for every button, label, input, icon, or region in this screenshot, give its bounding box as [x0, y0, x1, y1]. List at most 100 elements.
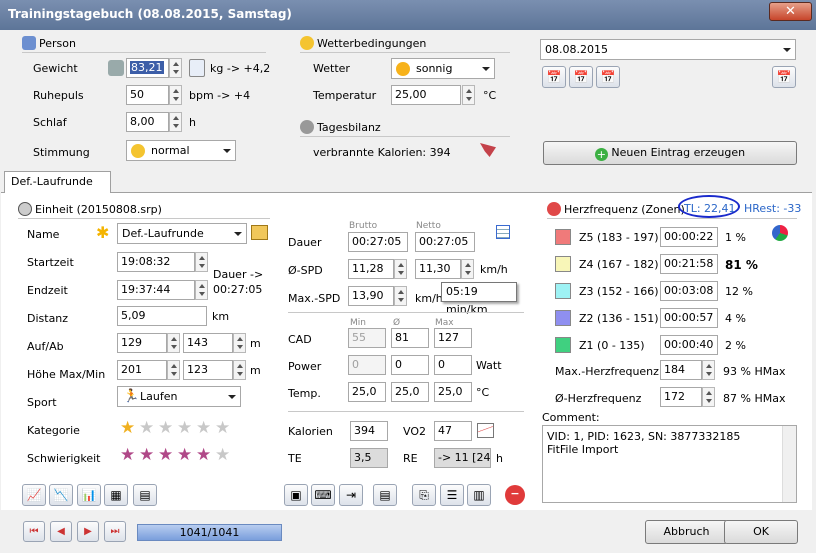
vo2-chart-icon[interactable] — [477, 423, 494, 438]
temp-max[interactable]: 25,0 — [434, 382, 472, 402]
rating-star[interactable]: ★ — [215, 420, 230, 437]
name-combo[interactable]: Def.-Laufrunde — [117, 223, 247, 244]
prev-record-button[interactable]: ◀ — [50, 521, 72, 542]
cad-avg[interactable]: 81 — [391, 328, 429, 348]
rating-star[interactable]: ★ — [196, 420, 211, 437]
rating-star[interactable]: ★ — [158, 420, 173, 437]
distanz-input[interactable]: 5,09 — [117, 306, 207, 326]
dauer-brutto[interactable]: 00:27:05 — [348, 232, 408, 252]
rating-star[interactable]: ★ — [158, 447, 173, 464]
hoehe-min-spinner[interactable] — [233, 360, 246, 380]
temp-min[interactable]: 25,0 — [348, 382, 386, 402]
rating-star[interactable]: ★ — [215, 447, 230, 464]
calc-icon[interactable]: ▤ — [373, 484, 397, 506]
temp-avg[interactable]: 25,0 — [391, 382, 429, 402]
ruhepuls-input[interactable]: 50 — [126, 85, 169, 105]
spd-brutto[interactable]: 11,28 — [348, 259, 394, 279]
rating-star[interactable]: ★ — [139, 447, 154, 464]
max-hf-spinner[interactable] — [702, 360, 715, 380]
ab-input[interactable]: 143 — [183, 333, 233, 353]
maxspd-spinner[interactable] — [394, 286, 407, 306]
calendar-next-icon[interactable]: 📅 — [596, 66, 620, 88]
wetter-combo[interactable]: sonnig — [391, 58, 495, 79]
thumb-down-icon[interactable] — [480, 143, 496, 157]
chart-add-icon[interactable]: ▥ — [467, 484, 491, 506]
ruhepuls-spinner[interactable] — [169, 85, 182, 105]
delete-icon[interactable]: − — [505, 485, 525, 505]
rating-star[interactable]: ★ — [196, 447, 211, 464]
scale-icon[interactable] — [108, 60, 124, 76]
temperatur-input[interactable]: 25,00 — [391, 85, 461, 105]
zone-time[interactable]: 00:03:08 — [660, 281, 718, 301]
chart-area-icon[interactable]: 📉 — [49, 484, 73, 506]
date-combo[interactable]: 08.08.2015 — [540, 39, 796, 60]
last-record-button[interactable]: ⏭ — [104, 521, 126, 542]
stimmung-combo[interactable]: normal — [126, 140, 236, 161]
cancel-button[interactable]: Abbruch — [645, 520, 728, 544]
gewicht-spinner[interactable] — [169, 58, 182, 78]
ok-button[interactable]: OK — [724, 520, 798, 544]
power-avg[interactable]: 0 — [391, 355, 429, 375]
image-icon[interactable]: ▣ — [284, 484, 308, 506]
bar-chart-icon[interactable]: 📊 — [77, 484, 101, 506]
endzeit-input[interactable]: 19:37:44 — [117, 280, 195, 300]
hoehe-max-spinner[interactable] — [167, 360, 180, 380]
calendar-prev-icon[interactable]: 📅 — [542, 66, 566, 88]
rating-star[interactable]: ★ — [120, 420, 135, 437]
dauer-netto[interactable]: 00:27:05 — [415, 232, 475, 252]
power-min[interactable]: 0 — [348, 355, 386, 375]
spd-netto-spinner[interactable] — [461, 259, 474, 279]
rating-star[interactable]: ★ — [139, 420, 154, 437]
comment-textarea[interactable]: VID: 1, PID: 1623, SN: 3877332185 FitFil… — [542, 425, 797, 503]
ab-spinner[interactable] — [233, 333, 246, 353]
schlaf-input[interactable]: 8,00 — [126, 112, 169, 132]
calendar-today-icon[interactable]: 📅 — [569, 66, 593, 88]
calculator-small-icon[interactable]: ▤ — [133, 484, 157, 506]
endzeit-spinner[interactable] — [195, 280, 208, 300]
rating-star[interactable]: ★ — [177, 420, 192, 437]
rating-star[interactable]: ★ — [177, 447, 192, 464]
rating-star[interactable]: ★ — [120, 447, 135, 464]
zone-time[interactable]: 00:00:22 — [660, 227, 718, 247]
folder-icon[interactable] — [251, 225, 268, 240]
cad-min[interactable]: 55 — [348, 328, 386, 348]
chart-line-icon[interactable]: 📈 — [22, 484, 46, 506]
close-button[interactable]: ✕ — [769, 2, 812, 21]
avg-hf-input[interactable]: 172 — [660, 387, 702, 407]
kalorien-input[interactable]: 394 — [350, 421, 388, 441]
spd-brutto-spinner[interactable] — [394, 259, 407, 279]
power-max[interactable]: 0 — [434, 355, 472, 375]
first-record-button[interactable]: ⏮ — [23, 521, 45, 542]
startzeit-input[interactable]: 19:08:32 — [117, 252, 195, 272]
schlaf-spinner[interactable] — [169, 112, 182, 132]
auf-input[interactable]: 129 — [117, 333, 167, 353]
max-hf-input[interactable]: 184 — [660, 360, 702, 380]
hoehe-max-input[interactable]: 201 — [117, 360, 167, 380]
new-entry-button[interactable]: + Neuen Eintrag erzeugen — [543, 141, 797, 165]
avg-hf-spinner[interactable] — [702, 387, 715, 407]
gewicht-input[interactable]: 83,21 — [126, 58, 169, 78]
zone-time[interactable]: 00:00:40 — [660, 335, 718, 355]
sport-combo[interactable]: 🏃 Laufen — [117, 386, 241, 407]
tab-def-laufrunde[interactable]: Def.-Laufrunde — [4, 171, 111, 193]
vo2-input[interactable]: 47 — [434, 421, 472, 441]
auf-spinner[interactable] — [167, 333, 180, 353]
grid-icon[interactable] — [496, 225, 510, 239]
table-icon[interactable]: ▦ — [104, 484, 128, 506]
startzeit-spinner[interactable] — [195, 252, 208, 272]
spd-netto[interactable]: 11,30 — [415, 259, 461, 279]
temperatur-spinner[interactable] — [462, 85, 475, 105]
rss-icon[interactable]: ☰ — [440, 484, 464, 506]
maxspd-input[interactable]: 13,90 — [348, 286, 394, 306]
calculator-icon[interactable] — [189, 59, 205, 77]
export-icon[interactable]: ⇥ — [339, 484, 363, 506]
zone-time[interactable]: 00:21:58 — [660, 254, 718, 274]
copy-icon[interactable]: ⎘ — [412, 484, 436, 506]
zone-time[interactable]: 00:00:57 — [660, 308, 718, 328]
calendar-edit-icon[interactable]: 📅 — [772, 66, 796, 88]
device-icon[interactable]: ⌨ — [311, 484, 335, 506]
cad-max[interactable]: 127 — [434, 328, 472, 348]
pie-chart-icon[interactable] — [772, 225, 788, 241]
next-record-button[interactable]: ▶ — [77, 521, 99, 542]
comment-scrollbar[interactable] — [782, 426, 796, 502]
